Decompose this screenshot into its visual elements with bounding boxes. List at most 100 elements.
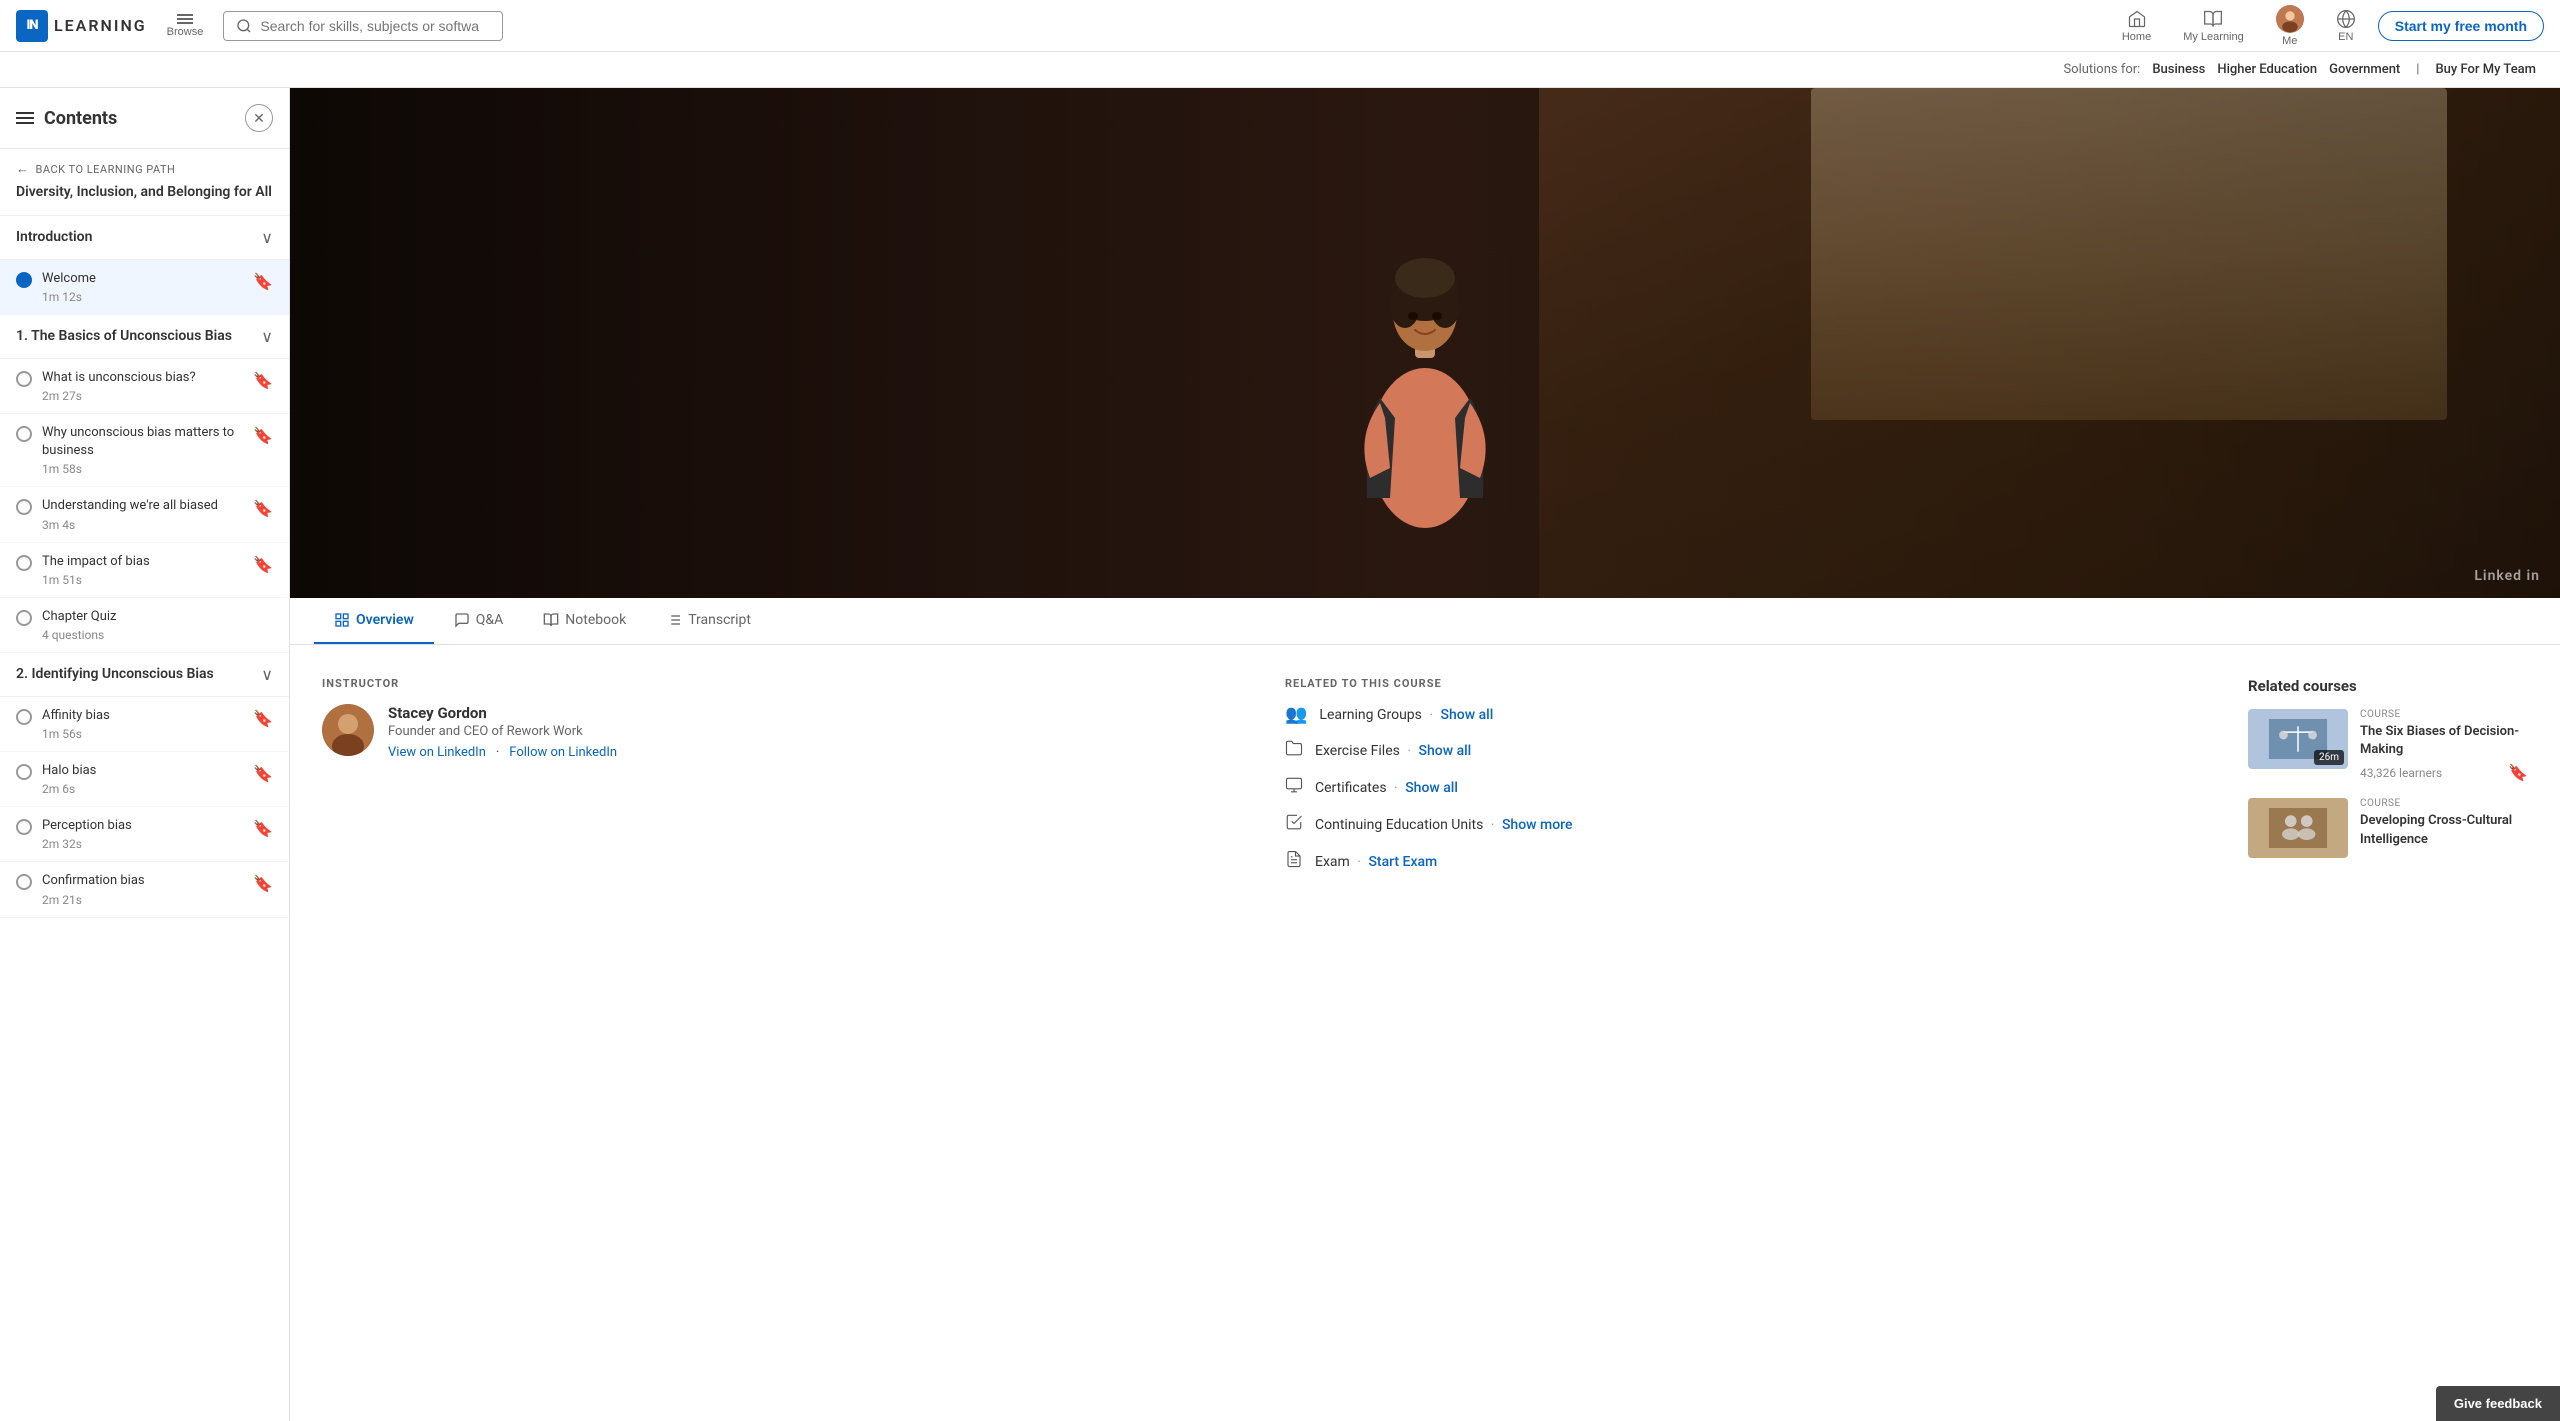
bookmark-icon[interactable]: 🔖 — [253, 272, 273, 291]
course-card-2[interactable]: COURSE Developing Cross-Cultural Intelli… — [2248, 798, 2528, 858]
lesson-why-bias-matters[interactable]: Why unconscious bias matters to business… — [0, 414, 289, 487]
instructor-name: Stacey Gordon — [388, 704, 617, 722]
related-courses-section: Related courses 26m — [2248, 677, 2528, 887]
exercise-files-show-all[interactable]: Show all — [1419, 743, 1472, 759]
list-icon — [666, 612, 682, 628]
instructor-details: Stacey Gordon Founder and CEO of Rework … — [388, 704, 617, 760]
lesson-impact-bias[interactable]: The impact of bias 1m 51s 🔖 — [0, 543, 289, 598]
lesson-title: Perception bias — [42, 817, 132, 835]
exercise-files-icon — [1285, 739, 1303, 762]
tab-transcript[interactable]: Transcript — [646, 598, 771, 644]
lesson-what-is-bias[interactable]: What is unconscious bias? 2m 27s 🔖 — [0, 359, 289, 414]
instructor-links: View on LinkedIn · Follow on LinkedIn — [388, 745, 617, 760]
chevron-down-icon: ∨ — [261, 228, 273, 247]
contents-label: Contents — [44, 108, 117, 129]
course-card-1[interactable]: 26m COURSE The Six Biases of Decision-Ma… — [2248, 709, 2528, 782]
exam-start-link[interactable]: Start Exam — [1368, 854, 1437, 870]
learning-groups-show-all[interactable]: Show all — [1441, 707, 1494, 723]
lesson-circle — [16, 555, 32, 571]
bookmark-icon[interactable]: 🔖 — [253, 426, 273, 445]
lang-label: EN — [2338, 31, 2353, 43]
give-feedback-button[interactable]: Give feedback — [2436, 1386, 2560, 1421]
lesson-welcome[interactable]: Welcome 1m 12s 🔖 — [0, 260, 289, 315]
course-info-2: COURSE Developing Cross-Cultural Intelli… — [2360, 798, 2528, 858]
bookmark-course-1[interactable]: 🔖 — [2508, 763, 2528, 782]
chat-icon — [454, 612, 470, 628]
lesson-all-biased[interactable]: Understanding we're all biased 3m 4s 🔖 — [0, 487, 289, 542]
logo[interactable]: IN LEARNING — [16, 10, 147, 42]
chevron-down-icon-2: ∨ — [261, 327, 273, 346]
view-linkedin-link[interactable]: View on LinkedIn — [388, 745, 486, 760]
solutions-government[interactable]: Government — [2329, 62, 2400, 77]
lesson-duration: 2m 21s — [42, 893, 145, 907]
browse-button[interactable]: Browse — [159, 10, 212, 42]
continuing-ed-show-more[interactable]: Show more — [1502, 817, 1573, 833]
lesson-chapter-quiz[interactable]: Chapter Quiz 4 questions — [0, 598, 289, 653]
bookmark-icon[interactable]: 🔖 — [253, 874, 273, 893]
bookmark-icon[interactable]: 🔖 — [253, 371, 273, 390]
bookmark-icon[interactable]: 🔖 — [253, 709, 273, 728]
lesson-confirmation[interactable]: Confirmation bias 2m 21s 🔖 — [0, 862, 289, 917]
learning-groups-text: Learning Groups · Show all — [1319, 707, 2216, 723]
browse-label: Browse — [167, 26, 204, 38]
link-separator: · — [496, 745, 499, 760]
bookmark-icon[interactable]: 🔖 — [253, 499, 273, 518]
me-button[interactable]: Me — [2266, 1, 2314, 51]
section-introduction[interactable]: Introduction ∨ — [0, 216, 289, 260]
follow-linkedin-link[interactable]: Follow on LinkedIn — [509, 745, 617, 760]
main-layout: Contents ✕ ← BACK TO LEARNING PATH Diver… — [0, 88, 2560, 1421]
course-title-1: The Six Biases of Decision-Making — [2360, 723, 2528, 759]
bookmark-icon[interactable]: 🔖 — [253, 819, 273, 838]
lesson-title: Confirmation bias — [42, 872, 145, 890]
related-exercise-files: Exercise Files · Show all — [1285, 739, 2216, 762]
lesson-halo[interactable]: Halo bias 2m 6s 🔖 — [0, 752, 289, 807]
chevron-down-icon-3: ∨ — [261, 665, 273, 684]
lesson-title: Affinity bias — [42, 707, 110, 725]
buy-for-team[interactable]: Buy For My Team — [2435, 62, 2536, 77]
hamburger-icon[interactable] — [16, 112, 34, 124]
related-label: RELATED TO THIS COURSE — [1285, 677, 2216, 690]
certificates-show-all[interactable]: Show all — [1405, 780, 1458, 796]
lesson-circle — [16, 426, 32, 442]
lesson-affinity[interactable]: Affinity bias 1m 56s 🔖 — [0, 697, 289, 752]
lesson-circle — [16, 371, 32, 387]
solutions-business[interactable]: Business — [2152, 62, 2205, 77]
lesson-title: Why unconscious bias matters to business — [42, 424, 253, 460]
notebook-icon — [543, 612, 559, 628]
lesson-duration: 2m 32s — [42, 837, 132, 851]
lesson-perception[interactable]: Perception bias 2m 32s 🔖 — [0, 807, 289, 862]
tab-qa[interactable]: Q&A — [434, 598, 523, 644]
section-identifying[interactable]: 2. Identifying Unconscious Bias ∨ — [0, 653, 289, 697]
lesson-duration: 1m 12s — [42, 290, 96, 304]
language-button[interactable]: EN — [2326, 5, 2366, 47]
lesson-progress-circle — [16, 272, 32, 288]
course-thumb-1: 26m — [2248, 709, 2348, 769]
section-intro-label: Introduction — [16, 229, 92, 245]
section-basics[interactable]: 1. The Basics of Unconscious Bias ∨ — [0, 315, 289, 359]
lesson-info: Welcome 1m 12s — [42, 270, 96, 304]
lesson-circle — [16, 819, 32, 835]
bookmark-icon[interactable]: 🔖 — [253, 764, 273, 783]
grid-icon — [334, 612, 350, 628]
search-bar[interactable] — [223, 11, 503, 41]
home-button[interactable]: Home — [2112, 5, 2161, 47]
logo-in-text: IN — [26, 18, 37, 33]
search-input[interactable] — [260, 18, 480, 34]
lesson-duration: 2m 6s — [42, 782, 96, 796]
back-arrow-icon: ← — [16, 161, 30, 177]
tab-overview[interactable]: Overview — [314, 598, 434, 644]
close-sidebar-button[interactable]: ✕ — [245, 104, 273, 132]
tab-notebook[interactable]: Notebook — [523, 598, 646, 644]
solutions-higher-ed[interactable]: Higher Education — [2217, 62, 2317, 77]
instructor-avatar — [322, 704, 374, 756]
start-free-month-button[interactable]: Start my free month — [2378, 11, 2544, 41]
related-learning-groups: 👥 Learning Groups · Show all — [1285, 704, 2216, 725]
sidebar-title: Contents — [16, 108, 117, 129]
my-learning-button[interactable]: My Learning — [2173, 5, 2254, 47]
bookmark-icon[interactable]: 🔖 — [253, 555, 273, 574]
back-to-path[interactable]: ← BACK TO LEARNING PATH Diversity, Inclu… — [0, 149, 289, 216]
home-icon — [2127, 9, 2147, 29]
search-icon — [236, 18, 252, 34]
lesson-duration: 1m 51s — [42, 573, 150, 587]
video-container[interactable]: Linked in — [290, 88, 2560, 598]
